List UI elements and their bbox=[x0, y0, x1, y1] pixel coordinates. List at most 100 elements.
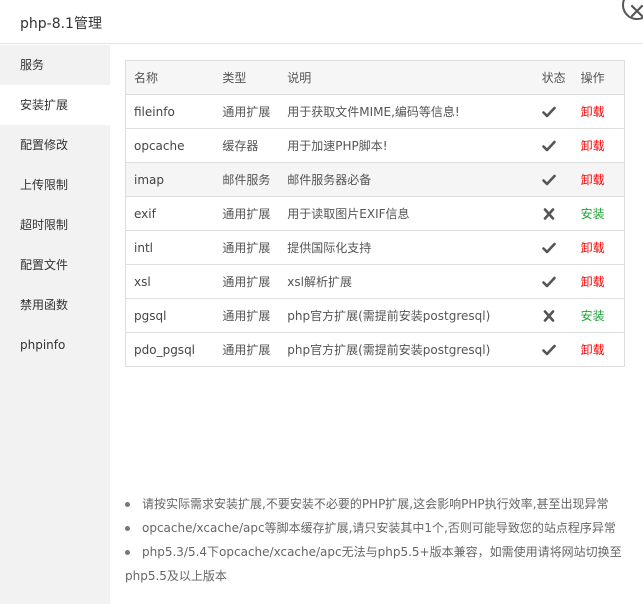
install-button[interactable]: 安装 bbox=[581, 309, 605, 323]
note-text: php5.3/5.4下opcache/xcache/apc无法与php5.5+版… bbox=[125, 545, 622, 583]
check-icon bbox=[541, 344, 556, 356]
check-icon bbox=[541, 140, 556, 152]
ext-desc: 提供国际化支持 bbox=[279, 230, 534, 265]
ext-desc: xsl解析扩展 bbox=[279, 264, 534, 299]
dialog-title: php-8.1管理 bbox=[20, 16, 102, 32]
extensions-table: 名称 类型 说明 状态 操作 fileinfo 通用扩展 用于获取文件MIME,编码… bbox=[125, 60, 625, 367]
ext-type: 通用扩展 bbox=[214, 196, 280, 231]
check-icon bbox=[541, 106, 556, 118]
ext-desc: php官方扩展(需提前安装postgresql) bbox=[279, 332, 534, 367]
notes-list: 请按实际需求安装扩展,不要安装不必要的PHP扩展,这会影响PHP执行效率,甚至出… bbox=[110, 492, 643, 588]
main-content: 名称 类型 说明 状态 操作 fileinfo 通用扩展 用于获取文件MIME,编码… bbox=[110, 45, 643, 604]
close-icon bbox=[630, 4, 643, 18]
table-row: intl 通用扩展 提供国际化支持 卸载 bbox=[125, 230, 625, 265]
ext-name: intl bbox=[125, 230, 215, 265]
bullet-icon bbox=[125, 550, 130, 555]
ext-op-cell: 安装 bbox=[572, 298, 625, 333]
table-row: pdo_pgsql 通用扩展 php官方扩展(需提前安装postgresql) 卸载 bbox=[125, 332, 625, 367]
ext-op-cell: 安装 bbox=[572, 196, 625, 231]
ext-op-cell: 卸载 bbox=[572, 230, 625, 265]
uninstall-button[interactable]: 卸载 bbox=[581, 343, 605, 357]
ext-status bbox=[533, 128, 573, 163]
ext-name: opcache bbox=[125, 128, 215, 163]
header-name: 名称 bbox=[125, 60, 215, 95]
ext-desc: 用于读取图片EXIF信息 bbox=[279, 196, 534, 231]
ext-status bbox=[533, 196, 573, 231]
sidebar-item-upload-limit[interactable]: 上传限制 bbox=[0, 165, 110, 205]
sidebar-item-disabled-functions[interactable]: 禁用函数 bbox=[0, 285, 110, 325]
table-row: imap 邮件服务 邮件服务器必备 卸载 bbox=[125, 162, 625, 197]
uninstall-button[interactable]: 卸载 bbox=[581, 139, 605, 153]
ext-status bbox=[533, 230, 573, 265]
ext-status bbox=[533, 332, 573, 367]
check-icon bbox=[541, 242, 556, 254]
uninstall-button[interactable]: 卸载 bbox=[581, 241, 605, 255]
bullet-icon bbox=[125, 502, 130, 507]
ext-desc: 用于加速PHP脚本! bbox=[279, 128, 534, 163]
cross-icon bbox=[543, 310, 554, 322]
ext-status bbox=[533, 162, 573, 197]
sidebar-item-label: 禁用函数 bbox=[20, 298, 69, 312]
uninstall-button[interactable]: 卸载 bbox=[581, 173, 605, 187]
table-row: xsl 通用扩展 xsl解析扩展 卸载 bbox=[125, 264, 625, 299]
table-row: pgsql 通用扩展 php官方扩展(需提前安装postgresql) 安装 bbox=[125, 298, 625, 333]
ext-type: 通用扩展 bbox=[214, 332, 280, 367]
ext-op-cell: 卸载 bbox=[572, 264, 625, 299]
ext-type: 通用扩展 bbox=[214, 264, 280, 299]
header-state: 状态 bbox=[533, 60, 573, 95]
ext-status bbox=[533, 264, 573, 299]
ext-desc: 用于获取文件MIME,编码等信息! bbox=[279, 94, 534, 129]
sidebar-item-label: 配置文件 bbox=[20, 258, 69, 272]
sidebar-item-label: 超时限制 bbox=[20, 218, 69, 232]
ext-name: imap bbox=[125, 162, 215, 197]
extensions-table-body: fileinfo 通用扩展 用于获取文件MIME,编码等信息! 卸载 opcache 缓存… bbox=[125, 94, 625, 367]
sidebar: 服务 安装扩展 配置修改 上传限制 超时限制 配置文件 禁用函数 phpinfo bbox=[0, 45, 110, 604]
check-icon bbox=[541, 276, 556, 288]
php-manager-dialog: php-8.1管理 服务 安装扩展 配置修改 上传限制 超时限制 配置文件 禁用… bbox=[0, 0, 643, 604]
header-desc: 说明 bbox=[279, 60, 534, 95]
ext-op-cell: 卸载 bbox=[572, 128, 625, 163]
uninstall-button[interactable]: 卸载 bbox=[581, 105, 605, 119]
table-row: opcache 缓存器 用于加速PHP脚本! 卸载 bbox=[125, 128, 625, 163]
ext-status bbox=[533, 298, 573, 333]
note-text: opcache/xcache/apc等脚本缓存扩展,请只安装其中1个,否则可能导… bbox=[142, 521, 616, 535]
list-item: 请按实际需求安装扩展,不要安装不必要的PHP扩展,这会影响PHP执行效率,甚至出… bbox=[110, 492, 643, 516]
bullet-icon bbox=[125, 526, 130, 531]
note-text: 请按实际需求安装扩展,不要安装不必要的PHP扩展,这会影响PHP执行效率,甚至出… bbox=[142, 497, 609, 511]
sidebar-item-phpinfo[interactable]: phpinfo bbox=[0, 325, 110, 365]
sidebar-item-install-extensions[interactable]: 安装扩展 bbox=[0, 85, 110, 125]
ext-desc: 邮件服务器必备 bbox=[279, 162, 534, 197]
ext-status bbox=[533, 94, 573, 129]
header-type: 类型 bbox=[214, 60, 280, 95]
ext-type: 邮件服务 bbox=[214, 162, 280, 197]
ext-op-cell: 卸载 bbox=[572, 332, 625, 367]
ext-name: xsl bbox=[125, 264, 215, 299]
ext-op-cell: 卸载 bbox=[572, 162, 625, 197]
sidebar-item-service[interactable]: 服务 bbox=[0, 45, 110, 85]
install-button[interactable]: 安装 bbox=[581, 207, 605, 221]
check-icon bbox=[541, 174, 556, 186]
list-item: php5.3/5.4下opcache/xcache/apc无法与php5.5+版… bbox=[110, 540, 643, 588]
table-header-row: 名称 类型 说明 状态 操作 bbox=[125, 60, 625, 95]
ext-type: 通用扩展 bbox=[214, 94, 280, 129]
sidebar-item-label: 配置修改 bbox=[20, 138, 69, 152]
list-item: opcache/xcache/apc等脚本缓存扩展,请只安装其中1个,否则可能导… bbox=[110, 516, 643, 540]
table-row: exif 通用扩展 用于读取图片EXIF信息 安装 bbox=[125, 196, 625, 231]
sidebar-item-label: phpinfo bbox=[20, 338, 66, 352]
uninstall-button[interactable]: 卸载 bbox=[581, 275, 605, 289]
sidebar-item-label: 上传限制 bbox=[20, 178, 69, 192]
dialog-titlebar: php-8.1管理 bbox=[0, 0, 643, 44]
table-row: fileinfo 通用扩展 用于获取文件MIME,编码等信息! 卸载 bbox=[125, 94, 625, 129]
ext-type: 通用扩展 bbox=[214, 298, 280, 333]
ext-name: fileinfo bbox=[125, 94, 215, 129]
header-op: 操作 bbox=[572, 60, 625, 95]
cross-icon bbox=[543, 208, 554, 220]
ext-op-cell: 卸载 bbox=[572, 94, 625, 129]
ext-type: 通用扩展 bbox=[214, 230, 280, 265]
sidebar-item-config-edit[interactable]: 配置修改 bbox=[0, 125, 110, 165]
sidebar-item-label: 服务 bbox=[20, 58, 45, 72]
sidebar-item-config-file[interactable]: 配置文件 bbox=[0, 245, 110, 285]
ext-type: 缓存器 bbox=[214, 128, 280, 163]
sidebar-item-timeout-limit[interactable]: 超时限制 bbox=[0, 205, 110, 245]
ext-name: exif bbox=[125, 196, 215, 231]
